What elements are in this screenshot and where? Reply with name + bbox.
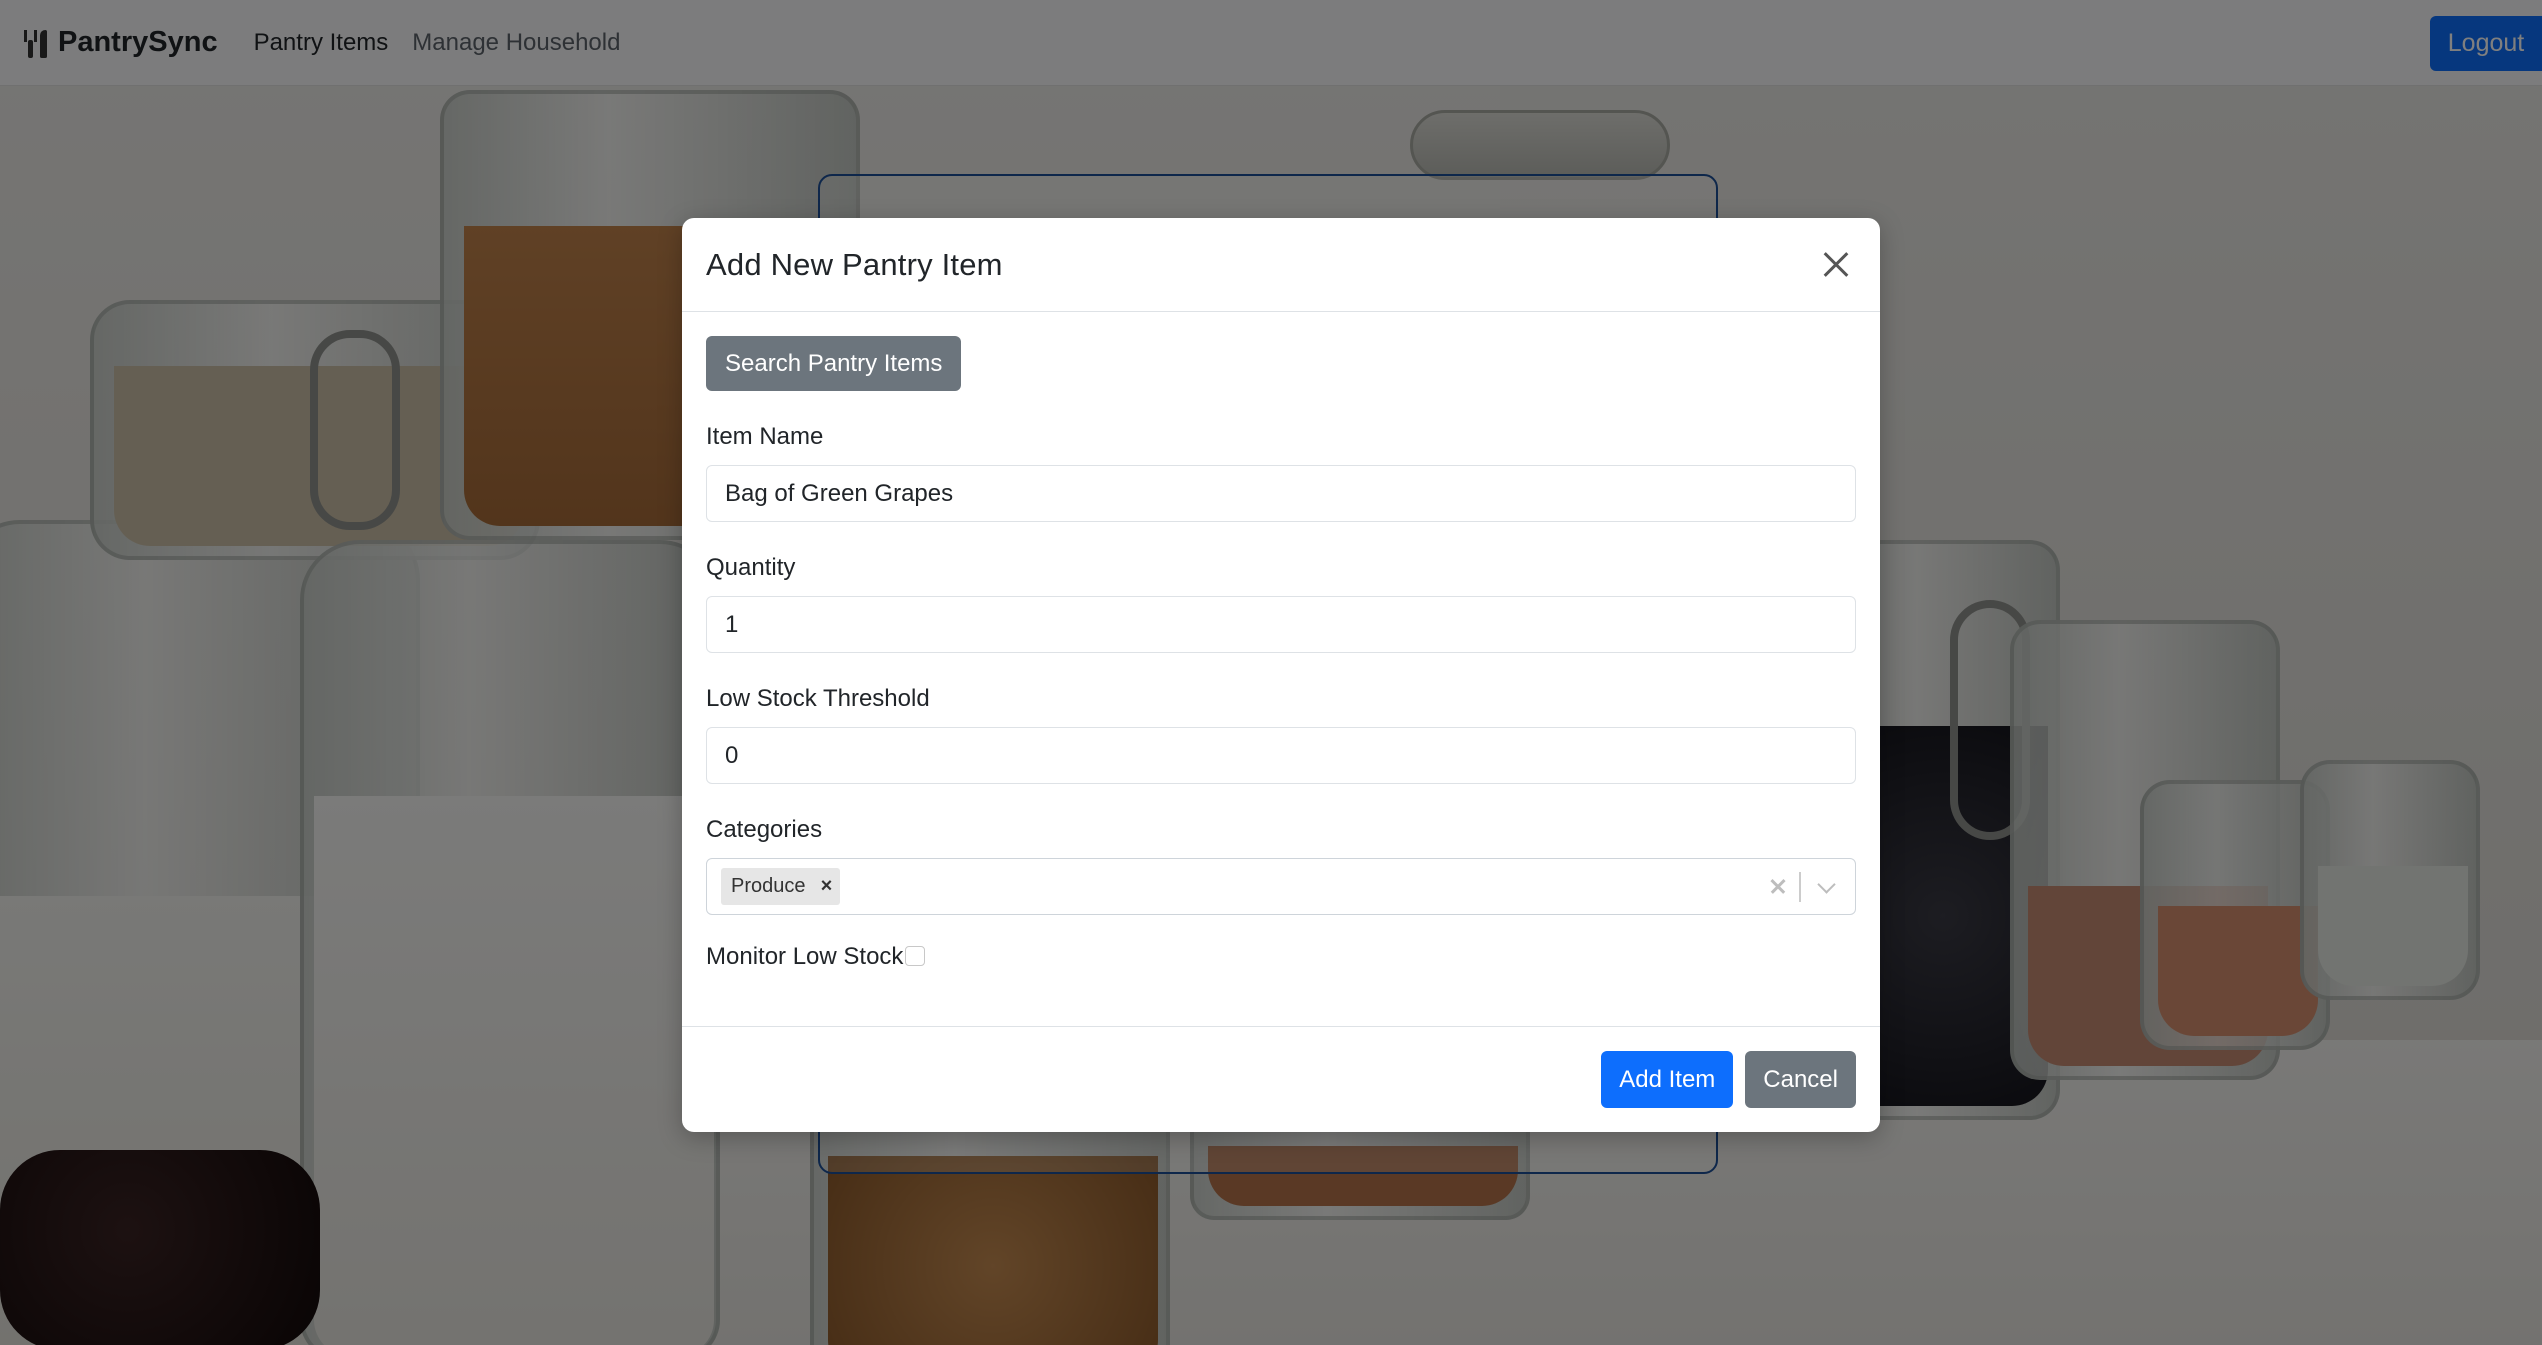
close-icon[interactable] <box>1814 243 1858 287</box>
monitor-low-stock-row: Monitor Low Stock <box>706 943 1856 971</box>
search-pantry-items-button[interactable]: Search Pantry Items <box>706 336 962 391</box>
quantity-label: Quantity <box>706 554 796 581</box>
chip-remove-icon[interactable]: × <box>818 875 836 898</box>
add-item-button[interactable]: Add Item <box>1601 1051 1734 1108</box>
category-chip-produce: Produce × <box>721 868 840 905</box>
item-name-input[interactable]: Bag of Green Grapes <box>706 465 1856 522</box>
modal-header: Add New Pantry Item <box>682 218 1880 312</box>
clear-icon[interactable] <box>1755 859 1799 914</box>
modal-title: Add New Pantry Item <box>706 246 1003 282</box>
quantity-input[interactable]: 1 <box>706 596 1856 653</box>
chevron-down-icon[interactable] <box>1801 859 1855 914</box>
monitor-low-stock-label: Monitor Low Stock <box>706 943 904 970</box>
modal-footer: Add Item Cancel <box>682 1026 1880 1132</box>
low-stock-threshold-input[interactable]: 0 <box>706 727 1856 784</box>
monitor-low-stock-checkbox[interactable] <box>905 946 926 966</box>
categories-select[interactable]: Produce × <box>706 858 1856 915</box>
item-name-label: Item Name <box>706 423 824 450</box>
cancel-button[interactable]: Cancel <box>1745 1051 1856 1108</box>
chip-label: Produce <box>731 875 806 897</box>
modal-body: Search Pantry Items Item Name Bag of Gre… <box>682 312 1880 1026</box>
select-controls <box>1755 859 1855 914</box>
categories-label: Categories <box>706 816 823 843</box>
add-item-modal: Add New Pantry Item Search Pantry Items … <box>682 218 1880 1132</box>
threshold-label: Low Stock Threshold <box>706 685 930 712</box>
